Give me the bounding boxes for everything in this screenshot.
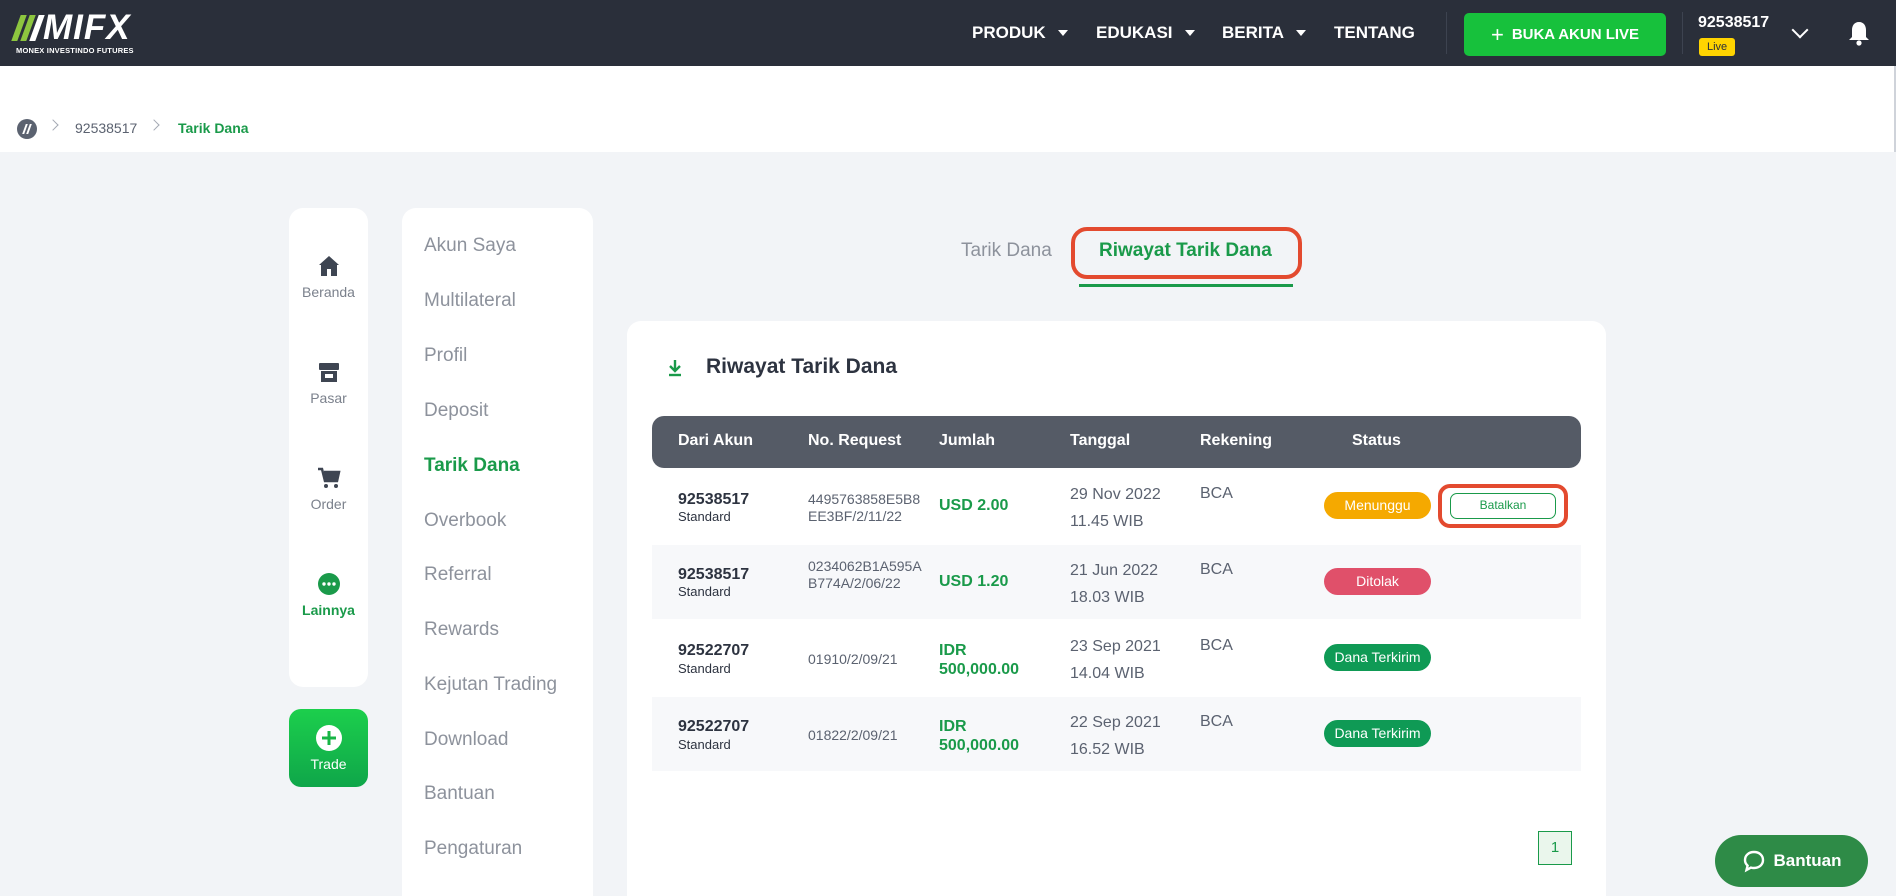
row-request-no: 4495763858E5B8EE3BF/2/11/22 xyxy=(808,491,921,524)
nav-divider xyxy=(1446,12,1447,54)
row-time: 14.04 WIB xyxy=(1070,665,1145,682)
icon-sidebar: Beranda Pasar Order Lainnya xyxy=(289,208,368,687)
column-header: No. Request xyxy=(808,432,902,449)
row-amount: IDR 500,000.00 xyxy=(939,718,1020,754)
nav-edukasi[interactable]: EDUKASI xyxy=(1096,0,1195,66)
nav-berita[interactable]: BERITA xyxy=(1222,0,1307,66)
home-icon xyxy=(318,256,339,276)
row-bank: BCA xyxy=(1200,637,1233,654)
menu-item-multilateral[interactable]: Multilateral xyxy=(424,290,516,312)
menu-item-tarik-dana[interactable]: Tarik Dana xyxy=(424,455,520,477)
row-amount: IDR 500,000.00 xyxy=(939,642,1020,678)
trade-button[interactable]: Trade xyxy=(289,709,368,787)
nav-produk[interactable]: PRODUK xyxy=(972,0,1068,66)
open-live-account-button[interactable]: + BUKA AKUN LIVE xyxy=(1464,13,1666,56)
status-badge: Dana Terkirim xyxy=(1324,720,1431,747)
logo-text: MIFX xyxy=(43,8,131,47)
status-badge: Ditolak xyxy=(1324,568,1431,595)
column-header: Dari Akun xyxy=(678,432,753,449)
logo-tagline: MONEX INVESTINDO FUTURES xyxy=(16,46,134,55)
column-header: Rekening xyxy=(1200,432,1273,449)
tab-tarik-dana[interactable]: Tarik Dana xyxy=(961,240,1052,262)
plus-circle-icon xyxy=(315,725,342,751)
menu-item-kejutan-trading[interactable]: Kejutan Trading xyxy=(424,674,557,696)
table-row: 92522707 Standard 01822/2/09/21 IDR 500,… xyxy=(652,697,1581,771)
rail-item-order[interactable]: Order xyxy=(289,466,368,512)
row-amount: USD 1.20 xyxy=(939,573,1009,590)
rail-item-beranda[interactable]: Beranda xyxy=(289,254,368,300)
row-bank: BCA xyxy=(1200,485,1233,502)
row-amount: USD 2.00 xyxy=(939,497,1009,514)
row-account: 92522707 xyxy=(678,642,750,659)
menu-item-profil[interactable]: Profil xyxy=(424,345,467,367)
nav-tentang[interactable]: TENTANG xyxy=(1334,0,1415,66)
breadcrumb-bar xyxy=(0,66,1896,152)
table-row: 92522707 Standard 01910/2/09/21 IDR 500,… xyxy=(652,621,1581,695)
caret-down-icon xyxy=(1296,30,1307,36)
menu-item-download[interactable]: Download xyxy=(424,729,509,751)
home-breadcrumb-icon[interactable] xyxy=(17,119,37,139)
help-chat-button[interactable]: Bantuan xyxy=(1715,835,1868,887)
bell-icon[interactable] xyxy=(1848,20,1870,46)
status-badge: Menunggu xyxy=(1324,492,1431,519)
column-header: Jumlah xyxy=(939,432,996,449)
card-title: Riwayat Tarik Dana xyxy=(706,355,898,378)
pagination-page-button[interactable]: 1 xyxy=(1538,831,1572,865)
store-icon xyxy=(318,363,339,382)
row-request-no: 01822/2/09/21 xyxy=(808,727,898,743)
download-icon xyxy=(669,360,681,377)
status-badge: Dana Terkirim xyxy=(1324,644,1431,671)
breadcrumb-current: Tarik Dana xyxy=(178,120,249,136)
row-account-type: Standard xyxy=(678,584,731,599)
nav-divider xyxy=(1682,12,1683,54)
menu-item-rewards[interactable]: Rewards xyxy=(424,619,499,641)
plus-icon: + xyxy=(1490,21,1504,47)
menu-item-pengaturan[interactable]: Pengaturan xyxy=(424,838,522,860)
row-date: 23 Sep 2021 xyxy=(1070,638,1161,655)
account-live-badge: Live xyxy=(1699,38,1736,56)
row-request-no: 0234062B1A595AB774A/2/06/22 xyxy=(808,558,922,591)
menu-item-overbook[interactable]: Overbook xyxy=(424,510,506,532)
highlight-outline xyxy=(1071,227,1302,279)
caret-down-icon xyxy=(1057,30,1068,36)
menu-item-akun-saya[interactable]: Akun Saya xyxy=(424,235,516,257)
cart-icon xyxy=(317,467,341,488)
account-menu: Akun Saya Multilateral Profil Deposit Ta… xyxy=(402,208,593,896)
row-request-no: 01910/2/09/21 xyxy=(808,651,898,667)
chevron-down-icon[interactable] xyxy=(1791,21,1809,39)
row-account: 92522707 xyxy=(678,718,750,735)
logo-bars-icon xyxy=(11,15,45,41)
row-bank: BCA xyxy=(1200,561,1233,578)
rail-item-pasar[interactable]: Pasar xyxy=(289,360,368,406)
menu-item-referral[interactable]: Referral xyxy=(424,564,492,586)
top-navbar: MIFX MONEX INVESTINDO FUTURES PRODUK EDU… xyxy=(0,0,1896,66)
breadcrumb-account[interactable]: 92538517 xyxy=(75,120,137,136)
row-date: 21 Jun 2022 xyxy=(1070,562,1159,579)
caret-down-icon xyxy=(1184,30,1195,36)
rail-item-lainnya[interactable]: Lainnya xyxy=(289,572,368,618)
more-icon xyxy=(317,573,340,595)
account-number[interactable]: 92538517 xyxy=(1698,14,1769,32)
row-account-type: Standard xyxy=(678,737,731,752)
row-account: 92538517 xyxy=(678,566,750,583)
row-time: 11.45 WIB xyxy=(1070,513,1144,530)
row-date: 22 Sep 2021 xyxy=(1070,714,1161,731)
row-time: 16.52 WIB xyxy=(1070,741,1145,758)
row-time: 18.03 WIB xyxy=(1070,589,1145,606)
table-row: 92538517 Standard 0234062B1A595AB774A/2/… xyxy=(652,545,1581,619)
row-bank: BCA xyxy=(1200,713,1233,730)
chat-bubble-icon xyxy=(1743,850,1764,873)
row-date: 29 Nov 2022 xyxy=(1070,486,1161,503)
row-account-type: Standard xyxy=(678,661,731,676)
row-account: 92538517 xyxy=(678,491,750,508)
menu-item-bantuan[interactable]: Bantuan xyxy=(424,783,495,805)
column-header: Tanggal xyxy=(1070,432,1131,449)
mifx-logo[interactable]: MIFX MONEX INVESTINDO FUTURES xyxy=(11,8,158,56)
column-header: Status xyxy=(1352,432,1401,449)
active-tab-underline xyxy=(1079,284,1293,287)
highlight-outline xyxy=(1438,484,1568,528)
row-account-type: Standard xyxy=(678,509,731,524)
menu-item-deposit[interactable]: Deposit xyxy=(424,400,488,422)
